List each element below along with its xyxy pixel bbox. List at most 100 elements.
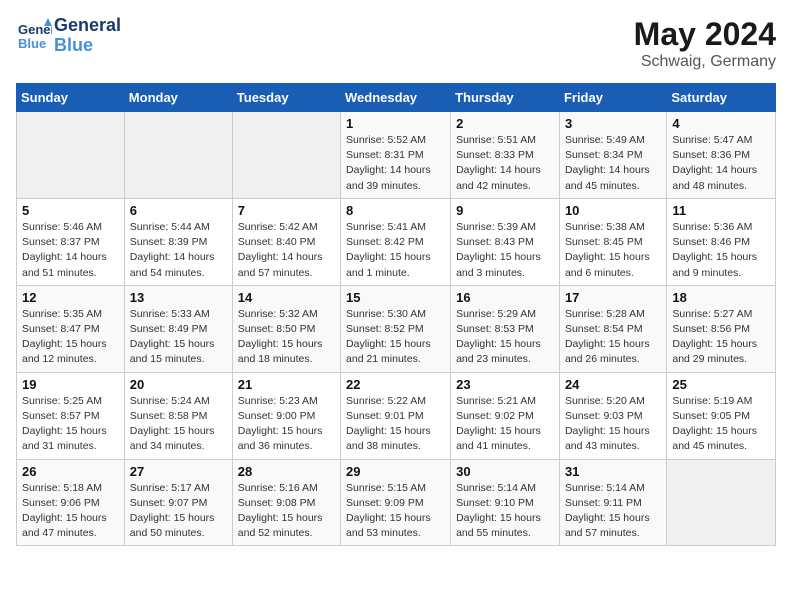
day-number: 10 (565, 203, 661, 218)
day-cell: 20 Sunrise: 5:24 AM Sunset: 8:58 PM Dayli… (124, 372, 232, 459)
day-number: 14 (238, 290, 335, 305)
day-number: 23 (456, 377, 554, 392)
day-cell: 3Sunrise: 5:49 AM Sunset: 8:34 PM Daylig… (559, 112, 666, 199)
calendar-body: 1 Sunrise: 5:52 AM Sunset: 8:31 PM Daylig… (17, 112, 776, 546)
day-cell: 25 Sunrise: 5:19 AM Sunset: 9:05 PM Dayli… (667, 372, 776, 459)
day-number: 2 (456, 116, 554, 131)
day-number: 30 (456, 464, 554, 479)
col-header-tuesday: Tuesday (232, 84, 340, 112)
day-number: 3 (565, 116, 661, 131)
page: General Blue General Blue May 2024 Schwa… (0, 0, 792, 562)
day-info: Sunrise: 5:46 AM Sunset: 8:37 PM Dayligh… (22, 220, 119, 281)
day-cell: 19 Sunrise: 5:25 AM Sunset: 8:57 PM Dayli… (17, 372, 125, 459)
day-number: 5 (22, 203, 119, 218)
day-info: Sunrise: 5:32 AM Sunset: 8:50 PM Dayligh… (238, 307, 335, 368)
day-number: 31 (565, 464, 661, 479)
day-number: 25 (672, 377, 770, 392)
day-info: Sunrise: 5:33 AM Sunset: 8:49 PM Dayligh… (130, 307, 227, 368)
day-info: Sunrise: 5:16 AM Sunset: 9:08 PM Dayligh… (238, 481, 335, 542)
day-cell (667, 459, 776, 546)
day-info: Sunrise: 5:17 AM Sunset: 9:07 PM Dayligh… (130, 481, 227, 542)
calendar-table: SundayMondayTuesdayWednesdayThursdayFrid… (16, 83, 776, 546)
day-cell: 31Sunrise: 5:14 AM Sunset: 9:11 PM Dayli… (559, 459, 666, 546)
day-cell: 27 Sunrise: 5:17 AM Sunset: 9:07 PM Dayli… (124, 459, 232, 546)
day-number: 17 (565, 290, 661, 305)
day-number: 21 (238, 377, 335, 392)
day-cell (124, 112, 232, 199)
day-cell: 29 Sunrise: 5:15 AM Sunset: 9:09 PM Dayli… (341, 459, 451, 546)
col-header-friday: Friday (559, 84, 666, 112)
col-header-saturday: Saturday (667, 84, 776, 112)
day-number: 4 (672, 116, 770, 131)
day-info: Sunrise: 5:41 AM Sunset: 8:42 PM Dayligh… (346, 220, 445, 281)
day-cell: 22 Sunrise: 5:22 AM Sunset: 9:01 PM Dayli… (341, 372, 451, 459)
day-info: Sunrise: 5:51 AM Sunset: 8:33 PM Dayligh… (456, 133, 554, 194)
day-number: 12 (22, 290, 119, 305)
week-row-3: 19 Sunrise: 5:25 AM Sunset: 8:57 PM Dayli… (17, 372, 776, 459)
day-cell: 26 Sunrise: 5:18 AM Sunset: 9:06 PM Dayli… (17, 459, 125, 546)
day-cell: 24Sunrise: 5:20 AM Sunset: 9:03 PM Dayli… (559, 372, 666, 459)
week-row-0: 1 Sunrise: 5:52 AM Sunset: 8:31 PM Daylig… (17, 112, 776, 199)
day-cell: 4 Sunrise: 5:47 AM Sunset: 8:36 PM Daylig… (667, 112, 776, 199)
day-cell: 10Sunrise: 5:38 AM Sunset: 8:45 PM Dayli… (559, 198, 666, 285)
week-row-1: 5 Sunrise: 5:46 AM Sunset: 8:37 PM Daylig… (17, 198, 776, 285)
day-cell: 13 Sunrise: 5:33 AM Sunset: 8:49 PM Dayli… (124, 285, 232, 372)
day-number: 19 (22, 377, 119, 392)
col-header-thursday: Thursday (451, 84, 560, 112)
day-cell (17, 112, 125, 199)
logo-blue: Blue (54, 36, 121, 56)
day-number: 6 (130, 203, 227, 218)
day-cell: 8 Sunrise: 5:41 AM Sunset: 8:42 PM Daylig… (341, 198, 451, 285)
day-info: Sunrise: 5:29 AM Sunset: 8:53 PM Dayligh… (456, 307, 554, 368)
month-year-title: May 2024 (634, 16, 776, 53)
logo-icon: General Blue (16, 18, 52, 54)
day-number: 1 (346, 116, 445, 131)
day-info: Sunrise: 5:28 AM Sunset: 8:54 PM Dayligh… (565, 307, 661, 368)
day-info: Sunrise: 5:19 AM Sunset: 9:05 PM Dayligh… (672, 394, 770, 455)
day-info: Sunrise: 5:30 AM Sunset: 8:52 PM Dayligh… (346, 307, 445, 368)
day-info: Sunrise: 5:25 AM Sunset: 8:57 PM Dayligh… (22, 394, 119, 455)
day-cell: 21Sunrise: 5:23 AM Sunset: 9:00 PM Dayli… (232, 372, 340, 459)
logo-general: General (54, 16, 121, 36)
day-info: Sunrise: 5:24 AM Sunset: 8:58 PM Dayligh… (130, 394, 227, 455)
col-header-sunday: Sunday (17, 84, 125, 112)
day-cell: 2 Sunrise: 5:51 AM Sunset: 8:33 PM Daylig… (451, 112, 560, 199)
day-cell: 17 Sunrise: 5:28 AM Sunset: 8:54 PM Dayli… (559, 285, 666, 372)
day-info: Sunrise: 5:47 AM Sunset: 8:36 PM Dayligh… (672, 133, 770, 194)
day-cell: 18Sunrise: 5:27 AM Sunset: 8:56 PM Dayli… (667, 285, 776, 372)
header-row: SundayMondayTuesdayWednesdayThursdayFrid… (17, 84, 776, 112)
day-info: Sunrise: 5:39 AM Sunset: 8:43 PM Dayligh… (456, 220, 554, 281)
day-number: 8 (346, 203, 445, 218)
day-info: Sunrise: 5:15 AM Sunset: 9:09 PM Dayligh… (346, 481, 445, 542)
week-row-2: 12Sunrise: 5:35 AM Sunset: 8:47 PM Dayli… (17, 285, 776, 372)
day-info: Sunrise: 5:18 AM Sunset: 9:06 PM Dayligh… (22, 481, 119, 542)
day-cell: 30Sunrise: 5:14 AM Sunset: 9:10 PM Dayli… (451, 459, 560, 546)
day-info: Sunrise: 5:22 AM Sunset: 9:01 PM Dayligh… (346, 394, 445, 455)
day-number: 16 (456, 290, 554, 305)
day-number: 20 (130, 377, 227, 392)
day-cell (232, 112, 340, 199)
day-cell: 14 Sunrise: 5:32 AM Sunset: 8:50 PM Dayli… (232, 285, 340, 372)
day-info: Sunrise: 5:44 AM Sunset: 8:39 PM Dayligh… (130, 220, 227, 281)
day-number: 29 (346, 464, 445, 479)
day-number: 18 (672, 290, 770, 305)
day-number: 28 (238, 464, 335, 479)
day-number: 11 (672, 203, 770, 218)
day-number: 7 (238, 203, 335, 218)
calendar-header: SundayMondayTuesdayWednesdayThursdayFrid… (17, 84, 776, 112)
day-number: 27 (130, 464, 227, 479)
day-cell: 23Sunrise: 5:21 AM Sunset: 9:02 PM Dayli… (451, 372, 560, 459)
svg-text:Blue: Blue (18, 36, 46, 51)
day-number: 26 (22, 464, 119, 479)
day-cell: 1 Sunrise: 5:52 AM Sunset: 8:31 PM Daylig… (341, 112, 451, 199)
day-cell: 16 Sunrise: 5:29 AM Sunset: 8:53 PM Dayli… (451, 285, 560, 372)
day-number: 13 (130, 290, 227, 305)
week-row-4: 26 Sunrise: 5:18 AM Sunset: 9:06 PM Dayli… (17, 459, 776, 546)
day-cell: 15Sunrise: 5:30 AM Sunset: 8:52 PM Dayli… (341, 285, 451, 372)
day-info: Sunrise: 5:52 AM Sunset: 8:31 PM Dayligh… (346, 133, 445, 194)
col-header-wednesday: Wednesday (341, 84, 451, 112)
header: General Blue General Blue May 2024 Schwa… (16, 16, 776, 71)
day-number: 22 (346, 377, 445, 392)
location-title: Schwaig, Germany (634, 53, 776, 71)
logo: General Blue General Blue (16, 16, 121, 56)
